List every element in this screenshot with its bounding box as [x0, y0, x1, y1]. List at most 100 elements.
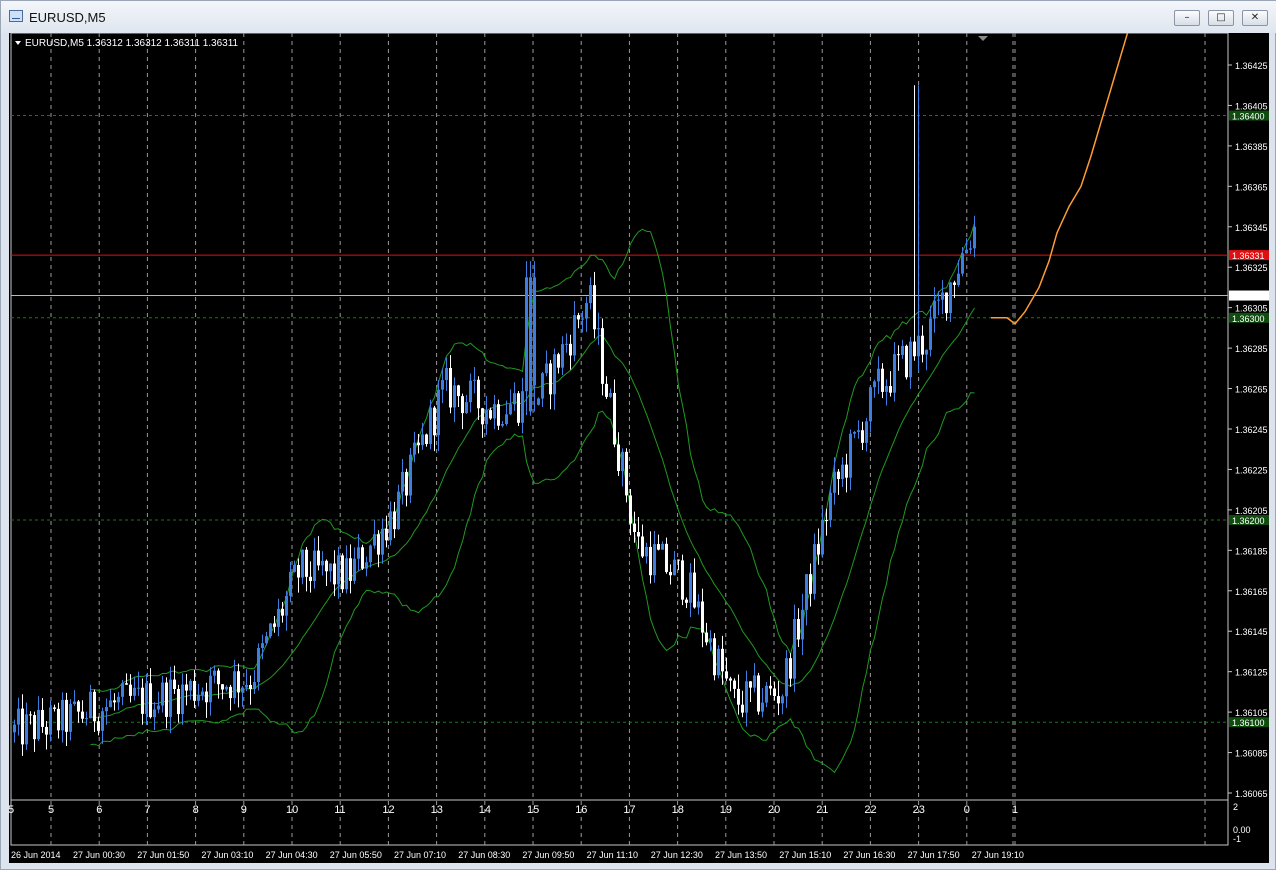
candle-body — [909, 341, 912, 378]
candle-body — [273, 623, 276, 627]
hour-label: 21 — [816, 804, 828, 816]
candle-body — [973, 226, 976, 249]
candle-body — [81, 711, 84, 719]
candle-body — [829, 492, 832, 521]
candle-body — [417, 442, 420, 446]
candle-body — [481, 408, 484, 425]
candle-body — [725, 671, 728, 679]
candle-body — [457, 385, 460, 397]
candle-body — [809, 574, 812, 594]
candle-body — [357, 547, 360, 559]
candle-body — [905, 345, 908, 378]
candle-body — [677, 559, 680, 561]
candle-body — [821, 520, 824, 555]
price-tick-label: 1.36105 — [1235, 708, 1268, 718]
candle-body — [749, 681, 752, 688]
candle-body — [301, 549, 304, 578]
candle-body — [869, 387, 872, 422]
candle-body — [465, 402, 468, 414]
price-tick-label: 1.36205 — [1235, 506, 1268, 516]
chart-shift-marker-icon[interactable] — [978, 36, 988, 41]
candle-body — [529, 277, 532, 412]
candle-body — [701, 601, 704, 633]
candle-body — [777, 696, 780, 704]
candle-body — [93, 691, 96, 722]
candle-body — [61, 699, 64, 731]
candle-body — [797, 619, 800, 640]
title-bar[interactable]: EURUSD,M5 – □ ✕ — [1, 1, 1276, 33]
candle-body — [21, 708, 24, 745]
candle-body — [229, 686, 232, 699]
date-label: 27 Jun 16:30 — [843, 850, 895, 860]
candle-body — [505, 414, 508, 424]
candle-body — [497, 404, 500, 426]
candle-body — [85, 718, 88, 720]
candle-body — [913, 341, 916, 357]
candle-body — [949, 282, 952, 314]
candle-body — [581, 318, 584, 320]
date-label: 27 Jun 03:10 — [201, 850, 253, 860]
candle-body — [525, 277, 528, 392]
candle-body — [373, 534, 376, 546]
candle-body — [969, 248, 972, 250]
candle-body — [589, 285, 592, 304]
price-tick-label: 1.36425 — [1235, 61, 1268, 71]
close-button[interactable]: ✕ — [1242, 10, 1268, 26]
candle-body — [773, 688, 776, 697]
candle-body — [697, 601, 700, 608]
candle-body — [709, 638, 712, 643]
minimize-button[interactable]: – — [1174, 10, 1200, 26]
candle-body — [961, 253, 964, 274]
candle-body — [405, 471, 408, 496]
candle-body — [117, 696, 120, 703]
candle-body — [173, 679, 176, 689]
price-tick-label: 1.36285 — [1235, 344, 1268, 354]
dropdown-arrow-icon[interactable] — [15, 41, 21, 45]
candle-body — [877, 368, 880, 382]
price-tick-label: 1.36345 — [1235, 223, 1268, 233]
candle-body — [449, 367, 452, 408]
candle-body — [77, 701, 80, 712]
candle-body — [445, 367, 448, 381]
candle-body — [277, 608, 280, 627]
candle-body — [25, 714, 28, 745]
candle-body — [145, 683, 148, 714]
candle-body — [549, 363, 552, 395]
subwindow-tick-label: -1 — [1233, 834, 1241, 844]
candle-body — [625, 451, 628, 496]
candle-body — [541, 373, 544, 399]
candle-body — [845, 464, 848, 478]
maximize-button[interactable]: □ — [1208, 10, 1234, 26]
candle-body — [365, 562, 368, 569]
candle-body — [349, 558, 352, 581]
candle-body — [161, 682, 164, 706]
candle-body — [917, 335, 920, 357]
candle-body — [729, 678, 732, 681]
candle-body — [941, 292, 944, 300]
date-label: 27 Jun 13:50 — [715, 850, 767, 860]
candle-body — [245, 684, 248, 688]
candle-body — [817, 544, 820, 555]
candle-body — [345, 558, 348, 590]
date-label: 27 Jun 05:50 — [330, 850, 382, 860]
candle-body — [901, 345, 904, 356]
candle-body — [337, 555, 340, 585]
candle-body — [493, 404, 496, 419]
candle-body — [205, 691, 208, 703]
candle-body — [573, 315, 576, 356]
terminal-window: EURUSD,M5 – □ ✕ 1.36425 1.36405 1.36385 1.3… — [0, 0, 1276, 870]
date-label: 27 Jun 01:50 — [137, 850, 189, 860]
candle-body — [633, 523, 636, 533]
candle-body — [853, 431, 856, 434]
price-tick-label: 1.36365 — [1235, 182, 1268, 192]
candle-body — [17, 708, 20, 725]
date-label: 27 Jun 07:10 — [394, 850, 446, 860]
candle-body — [241, 687, 244, 693]
chart-canvas[interactable]: 1.36425 1.36405 1.36385 1.36365 1.36345 1.363… — [9, 33, 1269, 863]
candle-body — [389, 511, 392, 541]
chart-frame — [10, 33, 1229, 846]
candle-body — [861, 430, 864, 443]
candle-body — [745, 681, 748, 713]
candle-body — [489, 410, 492, 419]
price-chart[interactable]: 1.36425 1.36405 1.36385 1.36365 1.36345 1.363… — [9, 33, 1269, 863]
